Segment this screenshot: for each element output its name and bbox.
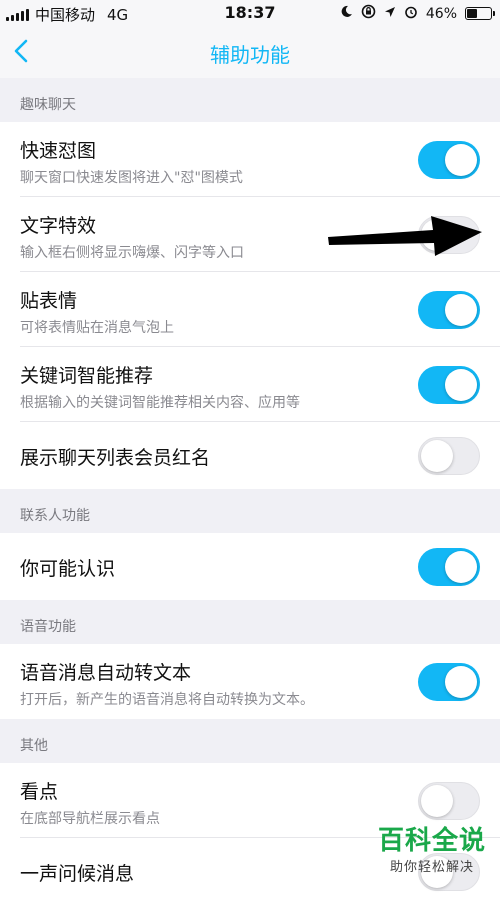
setting-row-sticker[interactable]: 贴表情 可将表情贴在消息气泡上: [0, 272, 500, 347]
settings-list: 趣味聊天 快速怼图 聊天窗口快速发图将进入"怼"图模式 文字特效 输入框右侧将显…: [0, 78, 500, 905]
section-header-voice: 语音功能: [0, 600, 500, 644]
section-fun-chat: 快速怼图 聊天窗口快速发图将进入"怼"图模式 文字特效 输入框右侧将显示嗨爆、闪…: [0, 122, 500, 489]
setting-subtitle: 在底部导航栏展示看点: [20, 811, 160, 827]
toggle-switch[interactable]: [418, 141, 480, 179]
battery-fill: [467, 9, 478, 18]
alarm-icon: [404, 5, 418, 23]
page-title: 辅助功能: [210, 43, 290, 67]
setting-title: 看点: [20, 781, 59, 803]
status-right: 46%: [340, 4, 495, 23]
section-header-fun-chat: 趣味聊天: [0, 78, 500, 122]
nav-bar: 辅助功能: [0, 26, 500, 78]
annotation-arrow-icon: [328, 216, 482, 256]
setting-subtitle: 可将表情贴在消息气泡上: [20, 320, 174, 336]
toggle-switch[interactable]: [418, 663, 480, 701]
setting-title: 你可能认识: [20, 558, 116, 580]
section-voice: 语音消息自动转文本 打开后，新产生的语音消息将自动转换为文本。: [0, 644, 500, 719]
location-icon: [384, 6, 396, 22]
toggle-switch[interactable]: [418, 366, 480, 404]
status-bar: 中国移动 4G 18:37 46%: [0, 0, 500, 26]
setting-title: 一声问候消息: [20, 863, 135, 885]
toggle-knob: [445, 144, 477, 176]
setting-row-people-you-may-know[interactable]: 你可能认识: [0, 533, 500, 600]
toggle-switch[interactable]: [418, 437, 480, 475]
setting-subtitle: 聊天窗口快速发图将进入"怼"图模式: [20, 170, 243, 186]
setting-title: 语音消息自动转文本: [20, 662, 192, 684]
section-header-contacts: 联系人功能: [0, 489, 500, 533]
moon-icon: [340, 5, 353, 22]
setting-row-quick-image[interactable]: 快速怼图 聊天窗口快速发图将进入"怼"图模式: [0, 122, 500, 197]
battery-percent: 46%: [425, 5, 457, 22]
toggle-switch[interactable]: [418, 782, 480, 820]
watermark-sub: 助你轻松解决: [389, 860, 474, 875]
setting-title: 展示聊天列表会员红名: [20, 447, 211, 469]
toggle-switch[interactable]: [418, 291, 480, 329]
setting-title: 贴表情: [20, 290, 78, 312]
watermark-main: 百科全说: [377, 826, 486, 856]
section-contacts: 你可能认识: [0, 533, 500, 600]
battery-icon: [465, 7, 495, 20]
toggle-knob: [445, 666, 477, 698]
toggle-knob: [421, 785, 453, 817]
toggle-switch[interactable]: [418, 548, 480, 586]
setting-subtitle: 打开后，新产生的语音消息将自动转换为文本。: [20, 692, 314, 708]
toggle-knob: [445, 294, 477, 326]
toggle-knob: [421, 440, 453, 472]
rotation-lock-icon: [361, 4, 376, 23]
setting-row-vip-red-name[interactable]: 展示聊天列表会员红名: [0, 422, 500, 489]
setting-row-voice-to-text[interactable]: 语音消息自动转文本 打开后，新产生的语音消息将自动转换为文本。: [0, 644, 500, 719]
toggle-knob: [445, 369, 477, 401]
setting-title: 快速怼图: [20, 140, 97, 162]
watermark-logo: 百科全说 助你轻松解决: [378, 826, 486, 875]
setting-title: 关键词智能推荐: [20, 365, 154, 387]
setting-row-keyword-recommend[interactable]: 关键词智能推荐 根据输入的关键词智能推荐相关内容、应用等: [0, 347, 500, 422]
setting-title: 文字特效: [20, 215, 97, 237]
section-header-other: 其他: [0, 719, 500, 763]
toggle-knob: [445, 551, 477, 583]
setting-subtitle: 输入框右侧将显示嗨爆、闪字等入口: [20, 245, 244, 261]
setting-subtitle: 根据输入的关键词智能推荐相关内容、应用等: [20, 395, 300, 411]
